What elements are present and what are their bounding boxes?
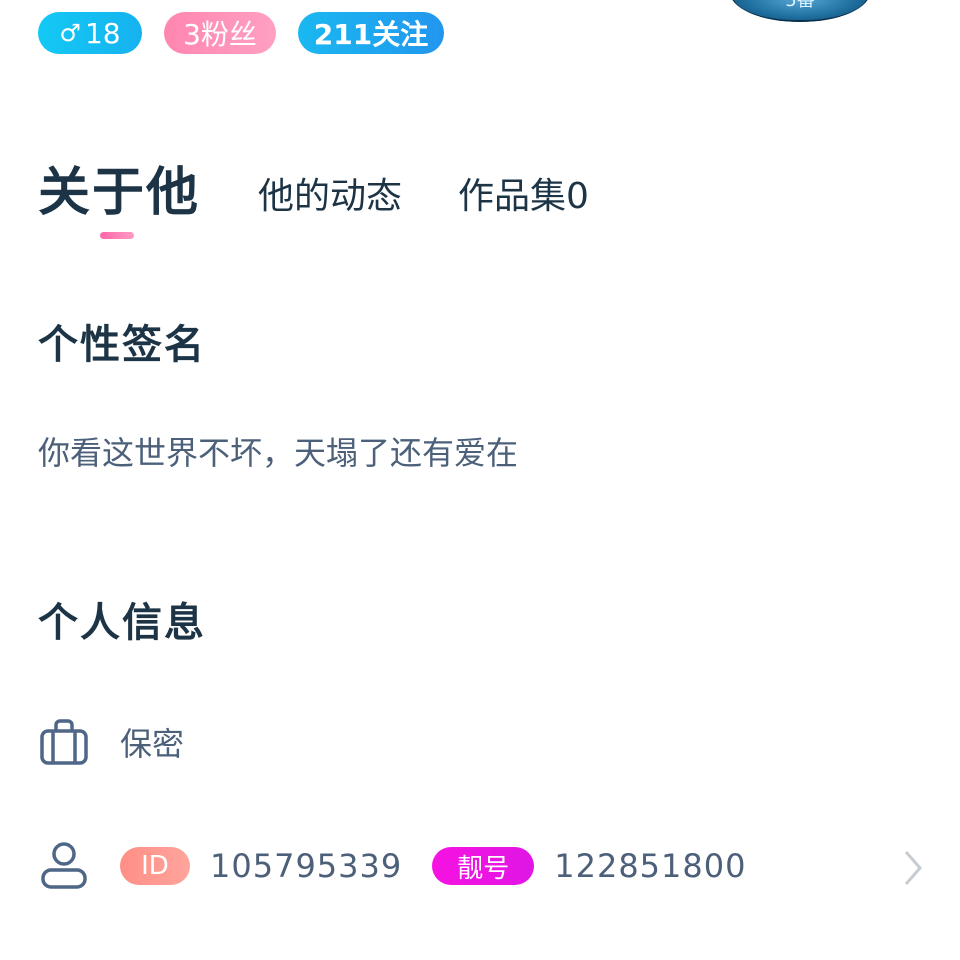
person-icon: [38, 840, 90, 892]
job-value: 保密: [120, 725, 185, 763]
medal-label: 5番: [785, 0, 815, 11]
tab-portfolio[interactable]: 作品集0: [458, 167, 589, 219]
age-text: 18: [84, 16, 121, 50]
nice-number-pill: 靓号: [432, 847, 535, 885]
tab-about[interactable]: 关于他: [38, 150, 200, 225]
signature-text: 你看这世界不坏，天塌了还有爱在: [38, 434, 519, 472]
chevron-right-icon[interactable]: [900, 848, 926, 892]
briefcase-icon: [38, 716, 90, 768]
id-pill: ID: [120, 847, 190, 885]
gender-age-badge: ♂ 18: [38, 12, 142, 54]
id-value: 105795339: [210, 847, 403, 885]
personal-info-title: 个人信息: [38, 600, 206, 646]
id-row[interactable]: ID 105795339 靓号 122851800: [38, 840, 746, 892]
tab-posts[interactable]: 他的动态: [258, 167, 402, 219]
following-badge[interactable]: 211关注: [298, 12, 444, 54]
male-icon: ♂: [59, 19, 81, 47]
nice-number-value: 122851800: [554, 847, 747, 885]
medal-badge: 5番: [730, 0, 870, 22]
profile-badges: ♂ 18 3粉丝 211关注: [38, 12, 444, 54]
signature-title: 个性签名: [38, 322, 206, 368]
job-row: 保密: [38, 716, 184, 768]
fans-badge[interactable]: 3粉丝: [164, 12, 276, 54]
active-tab-indicator: [100, 232, 134, 239]
profile-tabs: 关于他 他的动态 作品集0: [38, 150, 589, 225]
